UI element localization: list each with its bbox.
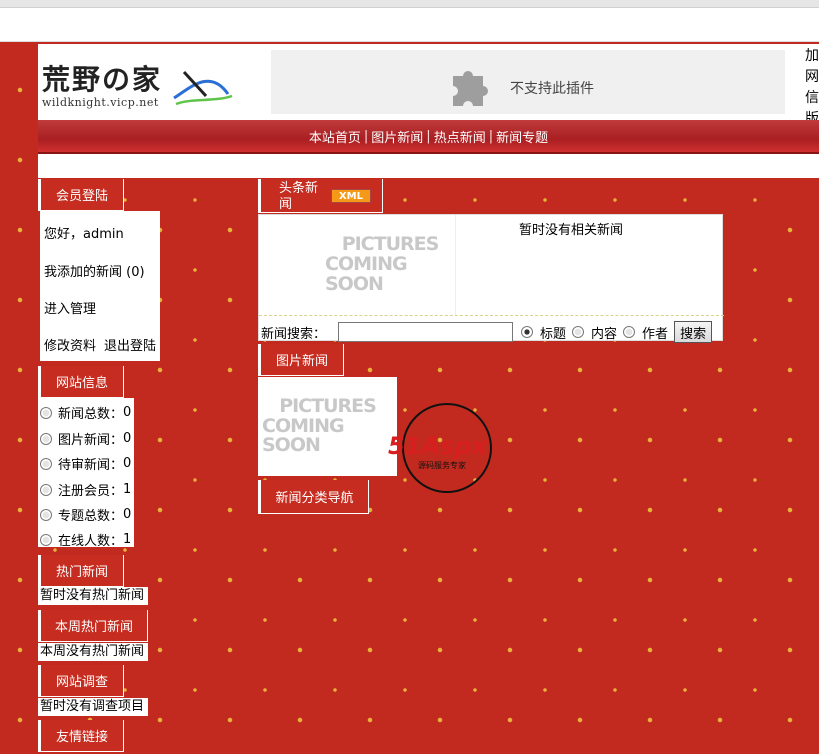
radio-icon[interactable] — [40, 457, 52, 470]
member-login-panel: 您好，admin 我添加的新闻 (0) 进入管理 修改资料 退出登陆 — [40, 211, 160, 361]
right-char: 网 — [805, 69, 819, 85]
search-option-content[interactable]: 内容 — [572, 323, 617, 342]
logo-url: wildknight.vicp.net — [42, 96, 159, 109]
stat-value: 1 — [123, 532, 132, 547]
xml-feed-icon[interactable]: XML — [331, 189, 371, 203]
placeholder-line-2: COMING SOON — [325, 253, 408, 295]
hot-news-empty-text: 暂时没有热门新闻 — [38, 587, 148, 605]
nav-separator: | — [488, 128, 494, 144]
site-info-title: 网站信息 — [38, 366, 124, 398]
headline-news-box: PICTURES COMING SOON 暂时没有相关新闻 新闻搜索： 标题 内… — [258, 214, 724, 343]
pictures-coming-soon-image: PICTURES COMING SOON — [262, 379, 393, 474]
week-hot-news-empty-text: 本周没有热门新闻 — [38, 643, 148, 661]
radio-selected-icon[interactable] — [521, 326, 534, 338]
option-label: 内容 — [591, 326, 618, 342]
browser-chrome-bar — [0, 0, 819, 8]
stat-value: 0 — [123, 431, 132, 446]
stat-row: 待审新闻： 0 — [40, 454, 131, 473]
placeholder-line-1: PICTURES — [279, 394, 377, 417]
stat-value: 0 — [123, 456, 132, 471]
top-blank-band — [0, 8, 819, 42]
option-label: 作者 — [642, 326, 669, 342]
nav-link-picture-news[interactable]: 图片新闻 — [371, 127, 423, 146]
stat-label: 注册会员： — [58, 484, 124, 499]
main-nav: 本站首页 | 图片新闻 | 热点新闻 | 新闻专题 — [38, 120, 819, 154]
placeholder-line-2: COMING SOON — [262, 414, 345, 457]
week-hot-news-title: 本周热门新闻 — [38, 610, 148, 642]
site-logo[interactable]: 荒野の家 wildknight.vicp.net — [42, 58, 234, 110]
nav-separator: | — [363, 128, 369, 144]
search-option-author[interactable]: 作者 — [623, 323, 668, 342]
friend-links-title: 友情链接 — [38, 720, 124, 752]
stat-value: 0 — [123, 405, 132, 420]
right-char: 加 — [805, 48, 819, 64]
radio-icon[interactable] — [40, 483, 52, 496]
stat-label: 新闻总数： — [58, 407, 124, 422]
radio-icon[interactable] — [40, 508, 52, 521]
radio-icon[interactable] — [40, 432, 52, 445]
member-login-title: 会员登陆 — [38, 179, 124, 211]
my-news-link[interactable]: 我添加的新闻 (0) — [44, 261, 145, 280]
aspx-brand-text: 51Aspx — [388, 432, 488, 460]
puzzle-piece-icon — [453, 70, 488, 106]
logo-swoosh-icon — [173, 70, 233, 106]
site-info-panel: 新闻总数： 0 图片新闻： 0 待审新闻： 0 注册会员： 1 专题总数： 0 … — [38, 398, 134, 549]
stat-value: 1 — [123, 482, 132, 497]
category-nav-tab[interactable]: 新闻分类导航 — [258, 480, 369, 514]
stat-row: 注册会员： 1 — [40, 480, 131, 499]
no-related-news-text: 暂时没有相关新闻 — [519, 223, 624, 238]
search-option-title[interactable]: 标题 — [521, 323, 566, 342]
aspx-logo[interactable]: 51Aspx 源码服务专家 — [388, 402, 510, 494]
nav-link-home[interactable]: 本站首页 — [309, 127, 361, 146]
right-char: 信 — [805, 90, 819, 106]
radio-icon[interactable] — [623, 326, 636, 338]
nav-separator: | — [426, 128, 431, 144]
radio-icon[interactable] — [40, 533, 52, 546]
stat-label: 在线人数： — [58, 534, 124, 549]
radio-icon[interactable] — [572, 326, 585, 338]
manage-link[interactable]: 进入管理 — [44, 298, 96, 317]
nav-bottom-band — [38, 154, 819, 178]
picture-news-tab[interactable]: 图片新闻 — [258, 344, 344, 376]
search-button[interactable]: 搜索 — [674, 321, 713, 343]
dashed-divider — [259, 315, 724, 316]
placeholder-line-1: PICTURES — [341, 233, 440, 256]
edit-profile-link[interactable]: 修改资料 — [44, 335, 96, 354]
headline-news-tab[interactable]: 头条新闻 XML — [258, 179, 383, 213]
stat-row: 图片新闻： 0 — [40, 429, 131, 448]
plugin-unsupported-text: 不支持此插件 — [510, 81, 594, 97]
option-label: 标题 — [540, 326, 567, 342]
stat-row: 在线人数： 1 — [40, 530, 131, 549]
stat-label: 待审新闻： — [58, 458, 124, 473]
stat-label: 专题总数： — [58, 509, 124, 524]
stat-label: 图片新闻： — [58, 433, 124, 448]
picture-news-box: PICTURES COMING SOON — [258, 377, 397, 476]
headline-news-label: 头条新闻 — [279, 181, 319, 212]
site-header: 荒野の家 wildknight.vicp.net 不支持此插件 — [38, 44, 819, 120]
news-search-form: 新闻搜索： 标题 内容 作者 搜索 — [261, 321, 713, 343]
nav-link-hot-news[interactable]: 热点新闻 — [434, 127, 486, 146]
aspx-tagline-text: 源码服务专家 — [418, 460, 466, 470]
column-divider — [455, 215, 456, 315]
logo-title: 荒野の家 — [42, 63, 163, 96]
stat-value: 0 — [123, 507, 132, 522]
greeting-text: 您好，admin — [44, 227, 124, 242]
plugin-placeholder: 不支持此插件 — [271, 50, 785, 114]
survey-empty-text: 暂时没有调查项目 — [38, 698, 148, 716]
header-right-text: 加 网 信 版 — [805, 46, 819, 130]
nav-link-topics[interactable]: 新闻专题 — [496, 127, 548, 146]
logout-link[interactable]: 退出登陆 — [104, 335, 156, 354]
hot-news-title: 热门新闻 — [38, 555, 124, 587]
search-label: 新闻搜索： — [261, 326, 327, 342]
survey-title: 网站调查 — [38, 665, 124, 697]
stat-row: 专题总数： 0 — [40, 505, 131, 524]
stat-row: 新闻总数： 0 — [40, 403, 131, 422]
pictures-coming-soon-image: PICTURES COMING SOON — [325, 217, 455, 313]
search-input[interactable] — [338, 322, 514, 342]
radio-icon[interactable] — [40, 406, 52, 419]
